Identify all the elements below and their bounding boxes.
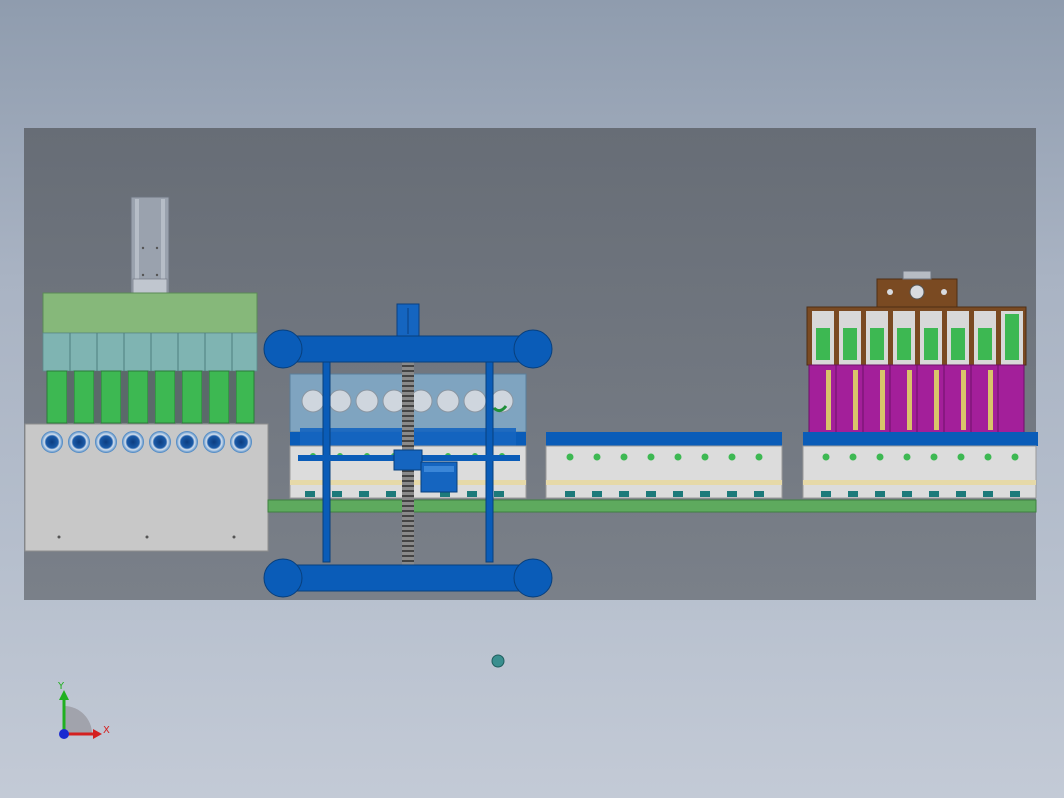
bottom-beam <box>275 564 541 592</box>
assembly-scene[interactable]: Y X <box>0 0 1064 798</box>
y-axis-label: Y <box>57 681 65 692</box>
x-axis-label: X <box>103 725 110 736</box>
magenta-cassettes <box>808 364 1025 434</box>
cad-viewport[interactable]: Y X <box>0 0 1064 798</box>
left-green-cells <box>46 370 255 424</box>
axis-triad: Y X <box>57 681 110 739</box>
conveyor-base <box>267 499 1037 513</box>
head-blocks <box>42 332 258 372</box>
top-beam <box>275 335 541 363</box>
origin-marker[interactable] <box>491 654 505 668</box>
z-axis-dot <box>59 729 69 739</box>
middle-right-station[interactable] <box>545 432 783 499</box>
top-plate <box>42 292 258 334</box>
